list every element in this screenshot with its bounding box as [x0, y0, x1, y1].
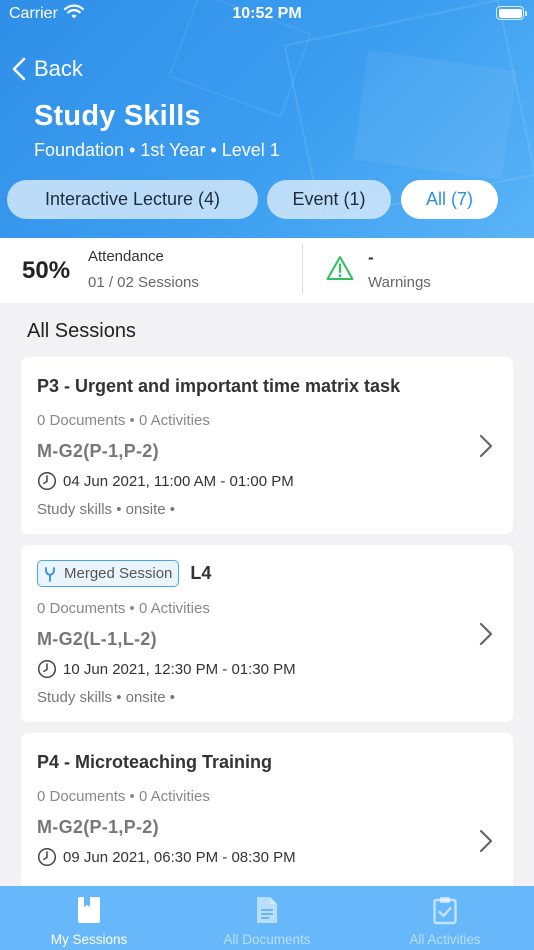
session-time-row: 10 Jun 2021, 12:30 PM - 01:30 PM [37, 659, 296, 679]
chevron-right-icon [479, 829, 493, 853]
session-time: 04 Jun 2021, 11:00 AM - 01:00 PM [63, 472, 294, 490]
session-meta: 0 Documents • 0 Activities [37, 788, 210, 805]
attendance-summary: 50% Attendance 01 / 02 Sessions - Warnin… [0, 238, 534, 303]
session-group: M-G2(P-1,P-2) [37, 817, 159, 837]
session-time: 09 Jun 2021, 06:30 PM - 08:30 PM [63, 848, 296, 866]
clipboard-check-icon [433, 897, 457, 925]
chevron-right-icon [479, 622, 493, 646]
stats-divider [302, 244, 303, 294]
merged-session-row: Merged Session L4 [37, 560, 211, 587]
session-time-row: 04 Jun 2021, 11:00 AM - 01:00 PM [37, 471, 294, 491]
merged-session-label: Merged Session [64, 565, 173, 582]
session-type-filters: Interactive Lecture (4) Event (1) All (7… [7, 180, 498, 219]
session-tags: Study skills • onsite • [37, 501, 176, 518]
tab-label: My Sessions [50, 932, 128, 947]
merged-session-badge: Merged Session [37, 560, 180, 587]
merge-icon [45, 566, 55, 582]
session-title: P3 - Urgent and important time matrix ta… [37, 376, 401, 396]
session-card[interactable]: P3 - Urgent and important time matrix ta… [21, 357, 513, 534]
warning-triangle-icon [326, 255, 354, 286]
tab-all-documents[interactable]: All Documents [178, 886, 356, 950]
filter-interactive-lecture[interactable]: Interactive Lecture (4) [7, 180, 258, 219]
clock-icon [37, 659, 57, 679]
session-tags: Study skills • onsite • [37, 689, 176, 706]
bottom-tab-bar: My Sessions All Documents All Activities [0, 886, 534, 950]
session-code: L4 [190, 563, 212, 583]
filter-all[interactable]: All (7) [401, 180, 498, 219]
session-meta: 0 Documents • 0 Activities [37, 600, 210, 617]
tab-label: All Activities [409, 932, 481, 947]
section-title: All Sessions [27, 320, 136, 342]
attendance-percent: 50% [22, 257, 71, 284]
header-decoration [353, 50, 517, 180]
filter-event[interactable]: Event (1) [267, 180, 391, 219]
session-meta: 0 Documents • 0 Activities [37, 412, 210, 429]
tab-all-activities[interactable]: All Activities [356, 886, 534, 950]
chevron-left-icon [12, 57, 26, 81]
tab-label: All Documents [223, 932, 311, 947]
course-subtitle: Foundation • 1st Year • Level 1 [34, 140, 280, 160]
session-group: M-G2(L-1,L-2) [37, 629, 157, 649]
tab-my-sessions[interactable]: My Sessions [0, 886, 178, 950]
document-icon [257, 897, 277, 923]
warnings-value: - [368, 248, 374, 267]
chevron-right-icon [479, 434, 493, 458]
page-title: Study Skills [34, 100, 201, 132]
back-label: Back [34, 56, 83, 81]
warnings-label: Warnings [368, 274, 431, 291]
session-time: 10 Jun 2021, 12:30 PM - 01:30 PM [63, 660, 296, 678]
session-group: M-G2(P-1,P-2) [37, 441, 159, 461]
status-bar: Carrier 10:52 PM [0, 0, 534, 30]
course-header: Carrier 10:52 PM Back Study Skills Found… [0, 0, 534, 238]
book-icon [78, 897, 100, 923]
session-time-row: 09 Jun 2021, 06:30 PM - 08:30 PM [37, 847, 296, 867]
clock-icon [37, 847, 57, 867]
back-button[interactable]: Back [12, 54, 83, 84]
session-card[interactable]: P4 - Microteaching Training 0 Documents … [21, 733, 513, 893]
battery-icon [496, 6, 527, 20]
session-title: P4 - Microteaching Training [37, 752, 273, 772]
session-card[interactable]: Merged Session L4 0 Documents • 0 Activi… [21, 545, 513, 722]
clock-time: 10:52 PM [232, 5, 302, 22]
clock-icon [37, 471, 57, 491]
attendance-sessions: 01 / 02 Sessions [88, 274, 199, 291]
attendance-label: Attendance [88, 248, 164, 265]
